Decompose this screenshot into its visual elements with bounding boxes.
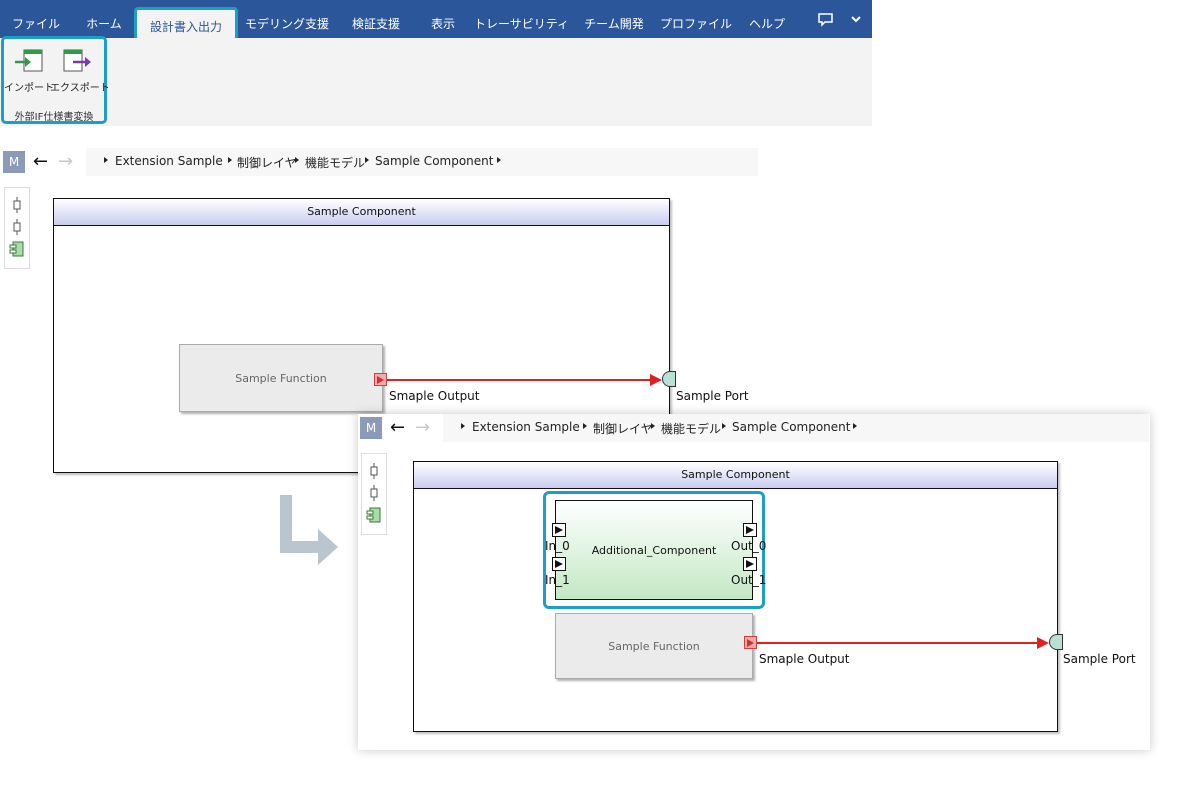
component-title: Sample Component — [414, 462, 1057, 489]
sample-function-block[interactable]: Sample Function — [179, 344, 383, 412]
ribbon-group-label: 外部IF仕様書変換 — [14, 112, 94, 123]
component-tool-icon[interactable] — [9, 240, 25, 258]
output-port[interactable] — [743, 523, 757, 537]
ribbon-panel — [0, 38, 872, 126]
input-port[interactable] — [552, 523, 566, 537]
breadcrumb-separator-icon — [295, 157, 299, 163]
chevron-down-icon[interactable] — [850, 13, 862, 29]
output-port-label: Smaple Output — [389, 389, 480, 403]
flow-arrowhead — [1037, 637, 1049, 649]
menu-modeling-support[interactable]: モデリング支援 — [244, 0, 330, 38]
export-icon — [63, 49, 91, 72]
menu-verification-support[interactable]: 検証支援 — [340, 0, 412, 38]
import-button[interactable]: インポート — [4, 47, 54, 95]
back-arrow-icon[interactable]: ← — [390, 419, 405, 437]
breadcrumb-item[interactable]: Extension Sample — [115, 154, 223, 168]
menu-bar: ファイル ホーム 設計書入出力 モデリング支援 検証支援 表示 トレーサビリティ… — [0, 0, 872, 41]
breadcrumb-item[interactable]: Sample Component — [732, 420, 850, 434]
forward-arrow-icon[interactable]: → — [58, 153, 73, 171]
port-tool-icon[interactable] — [366, 462, 382, 480]
breadcrumb-item[interactable]: 機能モデル — [305, 154, 365, 171]
output-port[interactable] — [374, 373, 387, 386]
comment-icon[interactable] — [818, 13, 834, 31]
port-tool-icon[interactable] — [9, 218, 25, 236]
output-port[interactable] — [744, 636, 757, 649]
sample-function-block[interactable]: Sample Function — [555, 613, 753, 679]
component-tool-icon[interactable] — [366, 506, 382, 524]
menu-file[interactable]: ファイル — [8, 0, 64, 38]
corner-arrow-icon — [280, 495, 338, 565]
breadcrumb-separator-icon — [651, 423, 655, 429]
breadcrumb-item[interactable]: Sample Component — [375, 154, 493, 168]
import-label: インポート — [4, 83, 54, 94]
export-label: エクスポート — [50, 83, 110, 94]
sample-port[interactable] — [1049, 634, 1063, 650]
back-arrow-icon[interactable]: ← — [33, 153, 48, 171]
port-tool-icon[interactable] — [366, 484, 382, 502]
sample-port[interactable] — [662, 371, 676, 387]
tool-palette — [4, 187, 30, 269]
external-if-spec-group: インポート エクスポート 外部IF仕様書変換 — [1, 36, 110, 124]
tool-palette — [361, 453, 387, 535]
breadcrumb-separator-icon — [104, 157, 108, 163]
breadcrumb-item[interactable]: 制御レイヤ — [237, 154, 297, 171]
sample-port-label: Sample Port — [1063, 652, 1136, 666]
model-button[interactable]: M — [360, 417, 382, 439]
breadcrumb: Extension Sample 制御レイヤ 機能モデル Sample Comp… — [86, 148, 758, 176]
menu-team-development[interactable]: チーム開発 — [574, 0, 654, 38]
sample-port-label: Sample Port — [676, 389, 749, 403]
breadcrumb-separator-icon — [583, 423, 587, 429]
flow-line — [387, 379, 653, 381]
additional-component-block[interactable]: Additional_Component — [555, 500, 753, 600]
component-title: Sample Component — [54, 199, 669, 226]
menu-home[interactable]: ホーム — [74, 0, 134, 38]
output-port-label: Out_1 — [731, 573, 767, 587]
input-port-label: In_0 — [545, 539, 570, 553]
breadcrumb-separator-icon — [853, 423, 857, 429]
import-icon — [15, 49, 43, 72]
output-port-label: Smaple Output — [759, 652, 850, 666]
port-tool-icon[interactable] — [9, 196, 25, 214]
model-button[interactable]: M — [3, 151, 25, 173]
menu-profile[interactable]: プロファイル — [660, 0, 732, 38]
menu-view[interactable]: 表示 — [420, 0, 466, 38]
input-port[interactable] — [552, 557, 566, 571]
output-port-label: Out_0 — [731, 539, 767, 553]
flow-line — [757, 642, 1043, 644]
flow-arrowhead — [650, 374, 662, 386]
breadcrumb-separator-icon — [722, 423, 726, 429]
output-port[interactable] — [743, 557, 757, 571]
breadcrumb-item[interactable]: Extension Sample — [472, 420, 580, 434]
breadcrumb-item[interactable]: 制御レイヤ — [593, 420, 653, 437]
export-button[interactable]: エクスポート — [50, 47, 110, 95]
breadcrumb-separator-icon — [497, 157, 501, 163]
menu-traceability[interactable]: トレーサビリティ — [474, 0, 569, 38]
menu-help[interactable]: ヘルプ — [740, 0, 794, 38]
breadcrumb: Extension Sample 制御レイヤ 機能モデル Sample Comp… — [443, 414, 1149, 442]
breadcrumb-separator-icon — [461, 423, 465, 429]
menu-design-doc-io[interactable]: 設計書入出力 — [134, 7, 238, 41]
input-port-label: In_1 — [545, 573, 570, 587]
forward-arrow-icon[interactable]: → — [415, 419, 430, 437]
breadcrumb-item[interactable]: 機能モデル — [661, 420, 721, 437]
breadcrumb-separator-icon — [365, 157, 369, 163]
breadcrumb-separator-icon — [228, 157, 232, 163]
